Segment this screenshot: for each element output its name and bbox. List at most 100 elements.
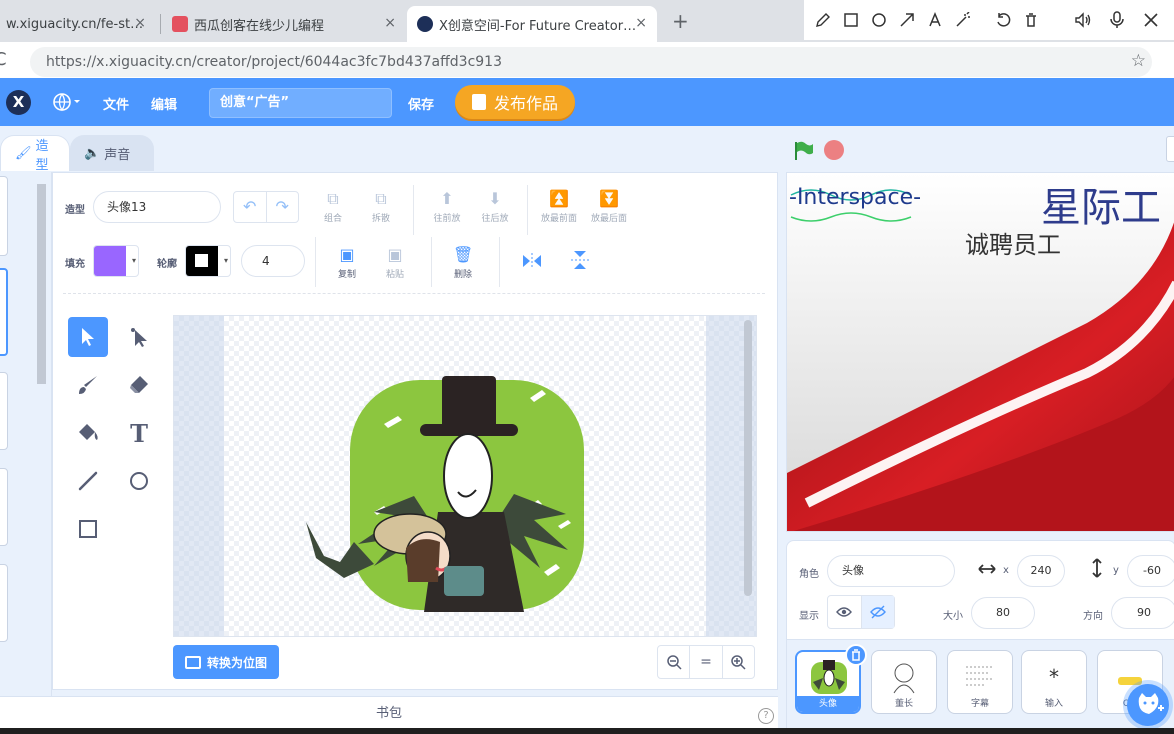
redo-icon[interactable]: ↷ [267,192,299,222]
flip-horizontal-icon[interactable] [521,251,543,275]
browser-tab-1[interactable]: w.xiguacity.cn/fe-st… × [0,6,156,42]
help-icon[interactable]: ? [758,708,774,724]
stroke-width-input[interactable]: 4 [241,245,305,277]
fill-color-picker[interactable]: ▾ [93,245,139,277]
rectangle-icon[interactable] [840,9,862,31]
sprite-info-panel: 角色 头像 x 240 y -60 显示 大小 80 方向 90 [786,540,1174,640]
sprite-tile[interactable]: * 输入 [1021,650,1087,714]
editor-workspace: 🖌 造型 🔈 声音 造型 头像13 ↶ ↷ ⧉ 组合 ⧉ 拆散 ⬆ 往前放 ⬇ … [0,126,786,734]
costume-name-input[interactable]: 头像13 [93,191,221,223]
copy-label: 复制 [337,270,356,280]
stop-icon[interactable] [824,140,844,160]
globe-language-icon[interactable] [53,92,81,117]
group-button[interactable]: ⧉ 组合 [311,189,355,224]
zoom-in-icon[interactable] [723,646,754,678]
publish-button[interactable]: 发布作品 [455,85,575,119]
browser-tab-3-active[interactable]: X创意空间-For Future Creator… × [407,6,657,42]
show-eye-icon[interactable] [828,596,862,628]
new-tab-button[interactable]: + [672,9,689,33]
stage-canvas[interactable]: -Interspace- 星际工 诚聘员工 [786,172,1174,532]
text-tool[interactable]: T [119,413,159,453]
speaker-icon[interactable] [1072,9,1094,31]
url-input[interactable]: https://x.xiguacity.cn/creator/project/6… [30,47,1152,77]
bookmark-star-icon[interactable]: ☆ [1131,51,1146,71]
save-button[interactable]: 保存 [408,94,434,113]
y-input[interactable]: -60 [1127,555,1174,587]
reload-icon[interactable]: C [0,49,7,70]
line-tool[interactable] [68,461,108,501]
sprite-tile[interactable]: 字幕 [947,650,1013,714]
arrow-icon[interactable] [896,9,918,31]
menu-file[interactable]: 文件 [103,94,129,113]
delete-sprite-icon[interactable] [845,644,867,666]
tab-close-icon[interactable]: × [134,15,146,31]
ungroup-button[interactable]: ⧉ 拆散 [359,189,403,224]
undo-icon[interactable] [992,9,1014,31]
project-title-input[interactable]: 创意“广告” [209,88,392,118]
circle-tool[interactable] [119,461,159,501]
magic-wand-icon[interactable] [952,9,974,31]
costume-thumbnail[interactable] [0,468,8,546]
front-button[interactable]: ⏫ 放最前面 [537,189,581,224]
flip-vertical-icon[interactable] [569,249,591,275]
brush-tool[interactable] [68,365,108,405]
delete-button[interactable]: 🗑 删除 [441,245,485,280]
pen-icon[interactable] [812,9,834,31]
tab-close-icon[interactable]: × [635,15,647,31]
undo-icon[interactable]: ↶ [234,192,267,222]
app-header: X 文件 编辑 创意“广告” 保存 发布作品 [0,78,1174,126]
taskbar-strip [0,728,1174,734]
costume-avatar-image[interactable] [174,316,757,637]
sprite-name-label: 角色 [799,569,819,580]
close-icon[interactable] [1140,9,1162,31]
fill-tool[interactable] [68,413,108,453]
paste-icon: ▣ [387,245,403,264]
outline-color-picker[interactable]: ▾ [185,245,231,277]
eraser-tool[interactable] [119,365,159,405]
cat-plus-icon [1138,693,1164,714]
reshape-tool[interactable] [119,317,159,357]
direction-input[interactable]: 90 [1111,597,1174,629]
copy-button[interactable]: ▣ 复制 [325,245,369,280]
vertical-arrows-icon [1089,557,1105,583]
circle-icon[interactable] [868,9,890,31]
browser-tab-2[interactable]: 西瓜创客在线少儿编程 × [162,6,406,42]
paint-canvas[interactable] [173,315,757,637]
hide-eye-icon[interactable] [861,596,894,628]
costume-thumbnail-selected[interactable] [0,268,8,356]
backward-button[interactable]: ⬇ 往后放 [473,189,517,224]
costume-label: 造型 [65,205,85,216]
stage-size-toggle[interactable] [1166,136,1174,162]
rectangle-tool[interactable] [68,509,108,549]
chevron-down-icon: ▾ [131,256,136,265]
costume-thumbnail[interactable] [0,176,8,256]
trash-icon[interactable] [1020,9,1042,31]
tab-sounds[interactable]: 🔈 声音 [70,135,154,171]
sprite-tile[interactable]: 董长 [871,650,937,714]
microphone-icon[interactable] [1106,9,1128,31]
undo-redo-group: ↶ ↷ [233,191,299,223]
costume-list-scrollbar[interactable] [36,178,47,688]
add-sprite-button[interactable] [1127,684,1169,726]
costume-thumbnail[interactable] [0,372,8,450]
back-button[interactable]: ⏬ 放最后面 [587,189,631,224]
tab-costumes[interactable]: 🖌 造型 [0,135,70,173]
tab-close-icon[interactable]: × [384,15,396,31]
green-flag-icon[interactable] [792,140,813,160]
x-logo-icon[interactable]: X [6,90,31,115]
menu-edit[interactable]: 编辑 [151,94,177,113]
costume-thumbnail[interactable] [0,564,8,642]
size-input[interactable]: 80 [971,597,1035,629]
backpack-label: 书包 [375,706,402,721]
zoom-reset-button[interactable]: = [690,646,723,678]
ungroup-label: 拆散 [371,214,390,224]
scrollbar-thumb[interactable] [37,184,46,384]
zoom-out-icon[interactable] [658,646,691,678]
select-tool[interactable] [68,317,108,357]
sprite-name-input[interactable]: 头像 [827,555,955,587]
convert-to-bitmap-button[interactable]: 转换为位图 [173,645,279,679]
forward-button[interactable]: ⬆ 往前放 [425,189,469,224]
text-icon[interactable] [924,9,946,31]
paste-button[interactable]: ▣ 粘贴 [373,245,417,280]
x-input[interactable]: 240 [1017,555,1065,587]
